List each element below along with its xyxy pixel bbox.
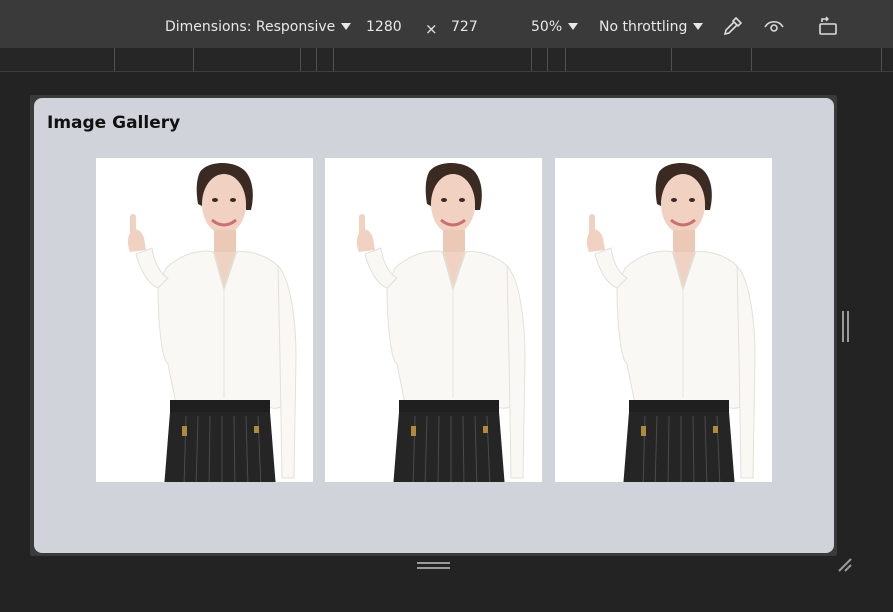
chevron-down-icon [341,22,352,30]
ruler-tick [751,48,752,71]
dimensions-label: Dimensions: Responsive [165,19,336,35]
throttling-dropdown[interactable]: No throttling [599,17,704,37]
page-viewport: Image Gallery [34,98,834,553]
rotate-icon[interactable] [816,14,840,38]
ruler-tick [531,48,532,71]
ruler-tick [565,48,566,71]
ruler-tick [114,48,115,71]
ruler-tick [193,48,194,71]
woman-pointing-photo [126,161,298,482]
width-input[interactable]: 1280 [366,17,402,37]
ruler-tick [316,48,317,71]
zoom-dropdown[interactable]: 50% [531,17,579,37]
height-input[interactable]: 727 [451,17,478,37]
media-query-ruler [0,48,893,72]
zoom-label: 50% [531,19,563,35]
ruler-tick [671,48,672,71]
woman-pointing-photo [355,161,527,482]
eye-icon[interactable] [762,14,786,38]
ruler-tick [547,48,548,71]
chevron-down-icon [693,22,704,30]
ruler-tick [881,48,882,71]
eyedropper-icon[interactable] [721,14,745,38]
chevron-down-icon [568,22,579,30]
resize-handle-right[interactable] [842,311,850,342]
throttling-label: No throttling [599,19,688,35]
woman-pointing-photo [585,161,757,482]
device-toolbar: Dimensions: Responsive 1280 × 727 50% No… [0,0,893,48]
gallery-image[interactable] [555,158,772,482]
times-icon: × [425,20,438,38]
ruler-tick [300,48,301,71]
resize-corner-icon[interactable] [836,556,854,574]
ruler-tick [333,48,334,71]
dimensions-dropdown[interactable]: Dimensions: Responsive [165,17,352,37]
page-title: Image Gallery [47,113,181,133]
gallery-image[interactable] [325,158,542,482]
gallery-image[interactable] [96,158,313,482]
resize-handle-bottom[interactable] [417,562,450,570]
